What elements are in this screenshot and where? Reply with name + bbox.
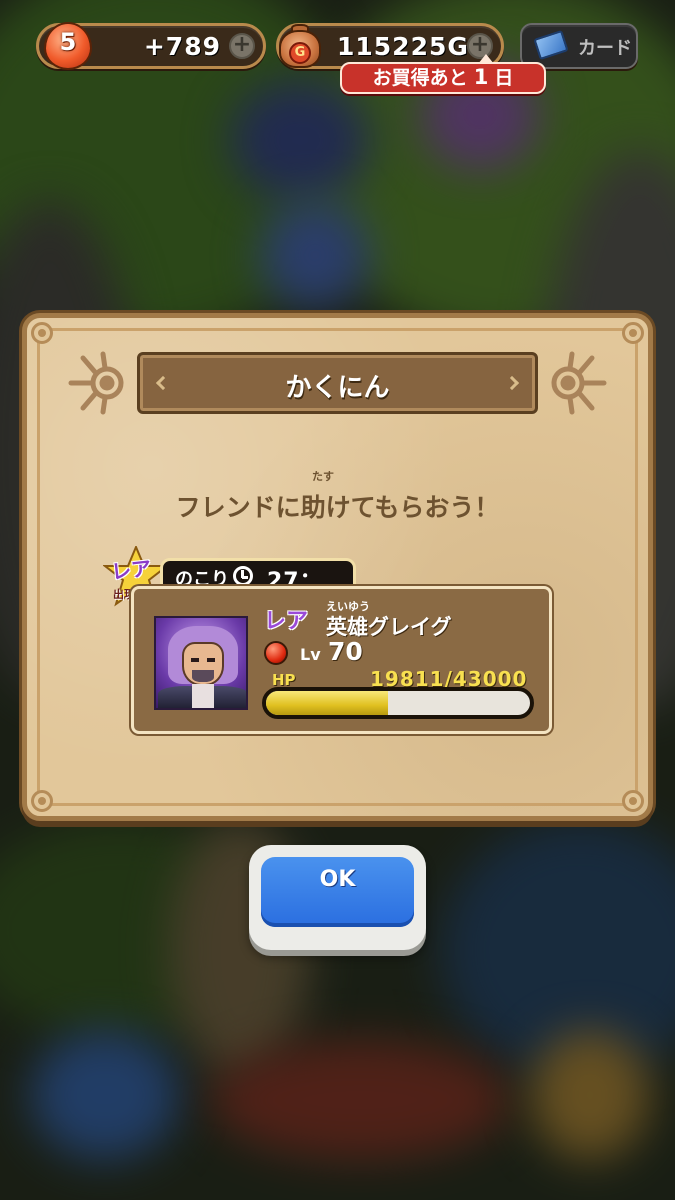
gold-coin-letter: G [289,42,311,64]
ok-button-label: OK [319,867,356,892]
level-label: Lv [300,645,321,664]
hp-bar-fill [266,691,388,715]
clock-icon [233,566,253,586]
bargain-prefix: お買得あと [372,67,468,89]
gold-bag-icon: G [275,22,325,72]
dialog-prompt: フレンドに助けてもらおう！ [175,493,500,522]
hp-bar [262,687,534,719]
ornament-icon [551,351,607,415]
dialog-title-banner: かくにん [137,352,538,414]
bargain-countdown-tag[interactable]: お買得あと 1 日 [340,54,546,94]
ok-button[interactable]: OK [249,845,426,950]
rare-badge-label: レア [110,555,153,585]
stamina-level: 5 [59,28,77,56]
level-value: 70 [328,637,363,666]
card-label: カード [578,38,632,59]
hero-portrait [154,616,248,710]
dialog-title: かくにん [285,373,390,403]
stamina-heart-icon: 5 [44,22,92,70]
gold-value: 115225G [337,32,469,61]
friend-rarity: レア [264,609,309,634]
bargain-days: 1 [473,65,489,89]
stamina-value: +789 [143,32,221,61]
confirm-dialog: かくにん たす フレンドに助けてもらおう！ レア 出現中 のこり 27：06 レ… [22,313,653,821]
add-stamina-button[interactable]: + [229,33,255,59]
bargain-unit: 日 [494,67,514,89]
friend-card[interactable]: レア えいゆう 英雄グレイグ Lv 70 HP 19811/43000 [131,586,552,734]
prompt-ruby: たす [312,470,334,483]
card-icon [533,29,569,61]
ornament-icon [68,351,124,415]
fire-element-icon [264,641,288,665]
